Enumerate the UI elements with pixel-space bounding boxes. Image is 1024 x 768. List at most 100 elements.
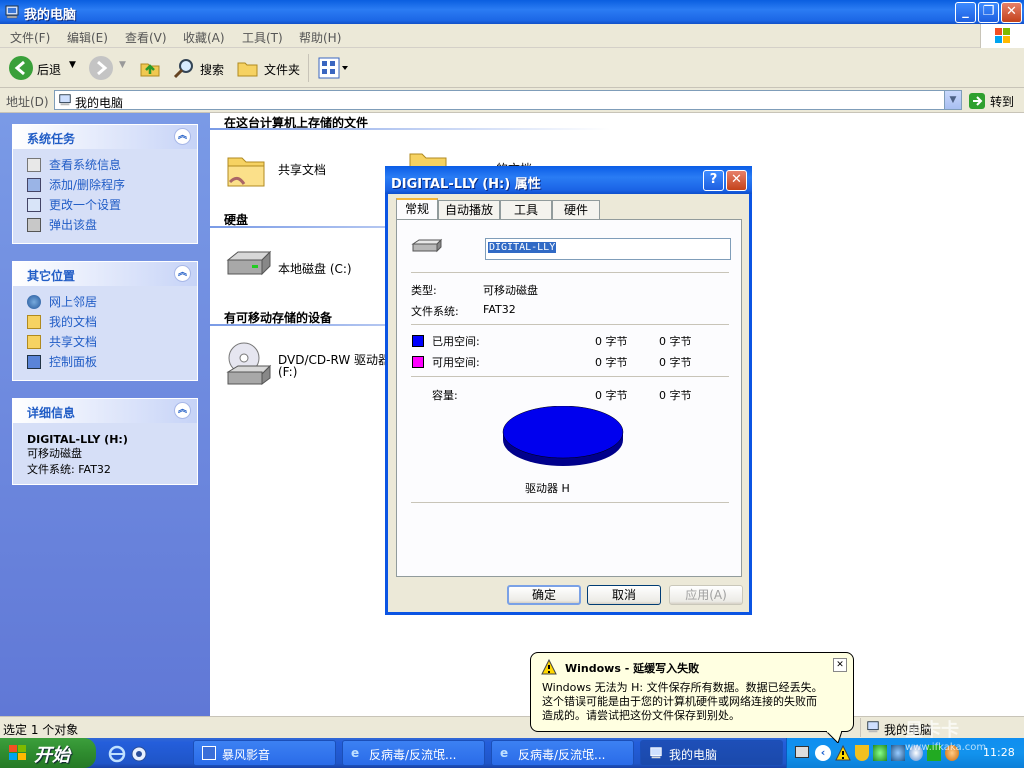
cancel-button[interactable]: 取消 (587, 585, 661, 605)
volume-label-input[interactable]: DIGITAL-LLY (485, 238, 731, 260)
tab-hardware[interactable]: 硬件 (552, 200, 600, 220)
address-input[interactable]: 我的电脑 ▼ (54, 90, 962, 110)
forward-dropdown-icon[interactable]: ▼ (119, 60, 126, 70)
quicklaunch-app-icon[interactable] (130, 745, 148, 763)
dialog-close-button[interactable]: ✕ (726, 170, 747, 191)
show-hidden-icons-chevron-icon[interactable]: ‹ (815, 745, 831, 761)
capacity-size: 0 字节 (659, 389, 692, 402)
task-eject-disk[interactable]: 弹出该盘 (13, 215, 197, 235)
free-space-label: 可用空间: (432, 356, 480, 369)
menu-help[interactable]: 帮助(H) (299, 29, 341, 46)
dvd-drive-label-line2[interactable]: (F:) (278, 365, 297, 379)
start-button[interactable]: 开始 (0, 738, 96, 768)
other-places-header[interactable]: 其它位置 ︽ (13, 262, 197, 286)
apply-button[interactable]: 应用(A) (669, 585, 743, 605)
taskbar-item-my-computer[interactable]: 我的电脑 (640, 740, 783, 766)
free-space-bytes: 0 字节 (595, 356, 628, 369)
place-shared-documents[interactable]: 共享文档 (13, 332, 197, 352)
dialog-separator (411, 376, 729, 377)
general-tab-page: DIGITAL-LLY 类型: 可移动磁盘 文件系统: FAT32 已用空间: … (396, 219, 742, 577)
details-type: 可移动磁盘 (27, 447, 82, 460)
group-divider (210, 128, 610, 130)
taskbar-item-antivirus-1[interactable]: e 反病毒/反流氓... (342, 740, 485, 766)
place-network[interactable]: 网上邻居 (13, 292, 197, 312)
tab-autoplay[interactable]: 自动播放 (438, 200, 500, 220)
collapse-chevron-icon[interactable]: ︽ (174, 265, 191, 282)
task-add-remove-programs[interactable]: 添加/删除程序 (13, 175, 197, 195)
folders-icon[interactable] (236, 56, 260, 80)
local-disk-label[interactable]: 本地磁盘 (C:) (278, 260, 352, 277)
search-icon[interactable] (172, 56, 196, 80)
my-computer-icon (5, 5, 19, 19)
details-title: 详细信息 (27, 406, 76, 420)
place-control-panel[interactable]: 控制面板 (13, 352, 197, 372)
tab-general[interactable]: 常规 (396, 198, 438, 220)
window-titlebar[interactable]: 我的电脑 _ ❐ ✕ (0, 0, 1024, 24)
up-folder-icon[interactable] (138, 56, 162, 80)
free-space-swatch (412, 356, 424, 368)
dialog-titlebar[interactable]: DIGITAL-LLY (H:) 属性 ? ✕ (385, 166, 752, 194)
help-button[interactable]: ? (703, 170, 724, 191)
control-panel-icon (27, 355, 41, 369)
hard-disk-icon[interactable] (224, 248, 274, 282)
menu-file[interactable]: 文件(F) (10, 29, 50, 46)
back-dropdown-icon[interactable]: ▼ (69, 60, 76, 70)
folders-button[interactable]: 文件夹 (264, 61, 300, 78)
address-value: 我的电脑 (75, 96, 124, 110)
collapse-chevron-icon[interactable]: ︽ (174, 128, 191, 145)
taskbar-item-antivirus-2[interactable]: e 反病毒/反流氓... (491, 740, 634, 766)
minimize-button[interactable]: _ (955, 2, 976, 23)
task-view-system-info[interactable]: 查看系统信息 (13, 155, 197, 175)
details-header[interactable]: 详细信息 ︽ (13, 399, 197, 423)
tray-app-icon[interactable] (891, 745, 905, 761)
used-space-swatch (412, 335, 424, 347)
go-arrow-icon[interactable] (968, 92, 986, 110)
collapse-chevron-icon[interactable]: ︽ (174, 402, 191, 419)
close-button[interactable]: ✕ (1001, 2, 1022, 23)
back-button[interactable]: 后退 (37, 61, 61, 78)
taskbar-item-storm-player[interactable]: 暴风影音 (193, 740, 336, 766)
task-change-setting[interactable]: 更改一个设置 (13, 195, 197, 215)
keyboard-icon[interactable] (795, 746, 809, 758)
task-pane: 系统任务 ︽ 查看系统信息 添加/删除程序 更改一个设置 弹出该盘 其它位置 ︽… (0, 113, 210, 716)
address-bar: 地址(D) 我的电脑 ▼ 转到 (0, 88, 1024, 113)
go-button[interactable]: 转到 (990, 93, 1014, 110)
folder-icon[interactable] (408, 148, 448, 168)
menu-view[interactable]: 查看(V) (125, 29, 167, 46)
filesystem-value: FAT32 (483, 303, 516, 316)
media-player-icon (202, 746, 216, 760)
security-shield-icon[interactable] (855, 745, 869, 761)
my-computer-icon (867, 721, 879, 733)
warning-icon[interactable] (835, 745, 851, 761)
folder-icon (27, 335, 41, 349)
internet-explorer-icon: e (500, 746, 509, 760)
used-space-size: 0 字节 (659, 335, 692, 348)
forward-icon[interactable] (89, 56, 113, 80)
toolbar: 后退 ▼ ▼ 搜索 文件夹 (0, 48, 1024, 88)
start-label: 开始 (34, 745, 70, 766)
back-icon[interactable] (9, 56, 33, 80)
balloon-message: Windows 无法为 H: 文件保存所有数据。数据已经丢失。 这个错误可能是由… (542, 681, 823, 722)
place-my-documents[interactable]: 我的文档 (13, 312, 197, 332)
dvd-drive-icon[interactable] (224, 340, 274, 388)
menu-edit[interactable]: 编辑(E) (67, 29, 108, 46)
shared-folder-icon[interactable] (224, 148, 268, 192)
search-button[interactable]: 搜索 (200, 61, 224, 78)
system-tasks-header[interactable]: 系统任务 ︽ (13, 125, 197, 149)
views-icon[interactable] (318, 56, 350, 80)
ok-button[interactable]: 确定 (507, 585, 581, 605)
menu-tools[interactable]: 工具(T) (242, 29, 283, 46)
network-status-icon[interactable] (873, 745, 887, 761)
menu-favorites[interactable]: 收藏(A) (183, 29, 225, 46)
details-name: DIGITAL-LLY (H:) (27, 433, 128, 446)
details-filesystem: 文件系统: FAT32 (27, 463, 111, 476)
balloon-close-icon[interactable]: ✕ (833, 658, 847, 672)
system-info-icon (27, 158, 41, 172)
drive-letter-label: 驱动器 H (525, 482, 570, 495)
type-value: 可移动磁盘 (483, 284, 538, 297)
address-dropdown-icon[interactable]: ▼ (944, 91, 961, 109)
restore-button[interactable]: ❐ (978, 2, 999, 23)
tab-tools[interactable]: 工具 (500, 200, 552, 220)
internet-explorer-icon[interactable] (108, 745, 126, 763)
shared-documents-label[interactable]: 共享文档 (278, 161, 326, 178)
